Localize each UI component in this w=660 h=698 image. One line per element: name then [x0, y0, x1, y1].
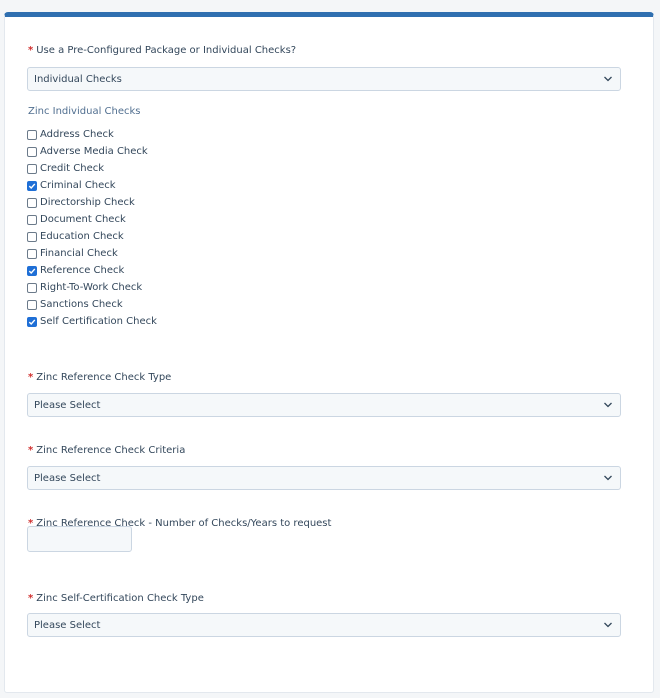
check-option-label: Right-To-Work Check [40, 282, 143, 293]
required-marker: * [28, 593, 34, 604]
checkbox[interactable] [27, 163, 37, 174]
check-option-label: Reference Check [40, 265, 125, 276]
check-option-label: Document Check [40, 214, 126, 225]
checkbox-checked[interactable] [27, 180, 37, 191]
individual-checks-label: Zinc Individual Checks [28, 106, 141, 117]
ref-criteria-label: * Zinc Reference Check Criteria [28, 445, 185, 456]
ref-type-select[interactable]: Please Select [27, 393, 621, 417]
package-select[interactable]: Individual Checks [27, 67, 621, 91]
chevron-down-icon [604, 622, 612, 628]
chevron-down-icon [604, 402, 612, 408]
checkbox-checked[interactable] [27, 316, 37, 327]
check-option-label: Criminal Check [40, 180, 116, 191]
required-marker: * [28, 445, 34, 456]
self-cert-label: * Zinc Self-Certification Check Type [28, 593, 204, 604]
ref-type-label-text: Zinc Reference Check Type [36, 372, 172, 383]
check-option[interactable]: Adverse Media Check [27, 143, 157, 160]
individual-checks-list: Address Check Adverse Media Check Credit C… [27, 126, 157, 330]
checkbox[interactable] [27, 214, 37, 225]
checkbox[interactable] [27, 231, 37, 242]
check-option[interactable]: Address Check [27, 126, 157, 143]
checkbox[interactable] [27, 197, 37, 208]
checkbox[interactable] [27, 299, 37, 310]
checkbox[interactable] [27, 248, 37, 259]
check-option[interactable]: Self Certification Check [27, 313, 157, 330]
chevron-down-icon [604, 76, 612, 82]
required-marker: * [28, 45, 34, 56]
check-option-label: Financial Check [40, 248, 118, 259]
check-option-label: Adverse Media Check [40, 146, 148, 157]
checkmark-icon [28, 182, 36, 189]
ref-count-input[interactable] [27, 526, 132, 552]
checkmark-icon [28, 267, 36, 274]
checkbox[interactable] [27, 129, 37, 140]
chevron-down-icon [604, 475, 612, 481]
required-marker: * [28, 372, 34, 383]
ref-type-label: * Zinc Reference Check Type [28, 372, 171, 383]
check-option-label: Education Check [40, 231, 124, 242]
check-option-label: Address Check [40, 129, 114, 140]
package-label: * Use a Pre-Configured Package or Individ… [28, 45, 296, 56]
check-option[interactable]: Reference Check [27, 262, 157, 279]
check-option-label: Self Certification Check [40, 316, 157, 327]
checkbox[interactable] [27, 282, 37, 293]
check-option[interactable]: Education Check [27, 228, 157, 245]
ref-type-select-value: Please Select [34, 400, 101, 411]
check-option-label: Directorship Check [40, 197, 135, 208]
checkbox-checked[interactable] [27, 265, 37, 276]
check-option[interactable]: Right-To-Work Check [27, 279, 157, 296]
ref-criteria-label-text: Zinc Reference Check Criteria [36, 445, 186, 456]
check-option[interactable]: Credit Check [27, 160, 157, 177]
self-cert-label-text: Zinc Self-Certification Check Type [36, 593, 204, 604]
check-option[interactable]: Directorship Check [27, 194, 157, 211]
package-select-value: Individual Checks [34, 74, 122, 85]
self-cert-select-value: Please Select [34, 620, 101, 631]
check-option[interactable]: Sanctions Check [27, 296, 157, 313]
checkbox[interactable] [27, 146, 37, 157]
self-cert-select[interactable]: Please Select [27, 613, 621, 637]
ref-criteria-select-value: Please Select [34, 473, 101, 484]
check-option[interactable]: Financial Check [27, 245, 157, 262]
checkmark-icon [28, 318, 36, 325]
check-option[interactable]: Document Check [27, 211, 157, 228]
package-label-text: Use a Pre-Configured Package or Individu… [36, 45, 297, 56]
ref-criteria-select[interactable]: Please Select [27, 466, 621, 490]
check-option-label: Sanctions Check [40, 299, 123, 310]
check-option[interactable]: Criminal Check [27, 177, 157, 194]
check-option-label: Credit Check [40, 163, 105, 174]
